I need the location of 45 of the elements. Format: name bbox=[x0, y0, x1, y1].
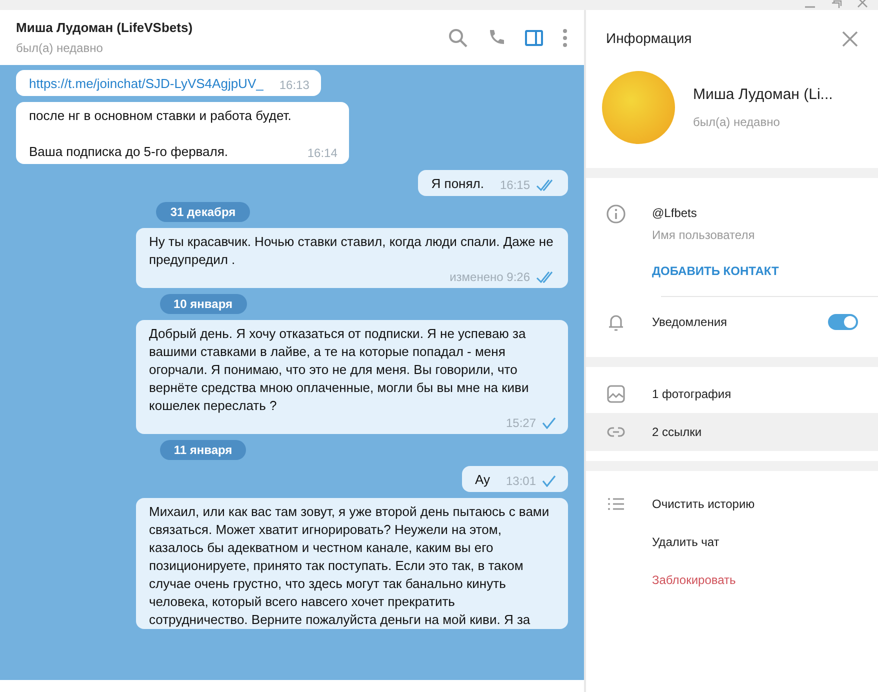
add-contact-link[interactable]: ДОБАВИТЬ КОНТАКТ bbox=[652, 262, 779, 280]
username-label: Имя пользователя bbox=[652, 227, 756, 244]
notifications-label: Уведомления bbox=[652, 314, 728, 331]
message-text: Ау bbox=[474, 471, 490, 489]
message-time: 15:27 bbox=[506, 415, 536, 431]
contact-status: был(а) недавно bbox=[693, 114, 781, 131]
action-item[interactable]: Заблокировать bbox=[586, 561, 878, 599]
row-label: 2 ссылки bbox=[652, 424, 702, 441]
picture-icon bbox=[606, 384, 626, 404]
username: @Lfbets bbox=[652, 205, 698, 222]
message-time: 16:13 bbox=[279, 77, 310, 93]
row-label: 1 фотография bbox=[652, 386, 732, 403]
date-label: 10 января bbox=[160, 294, 246, 314]
row-label: Очистить историю bbox=[652, 496, 755, 513]
message-text: Ну ты красавчик. Ночью ставки ставил, когда люди спали. Даже не предупредил . bbox=[149, 233, 554, 269]
sidebar-toggle-icon[interactable] bbox=[524, 28, 544, 48]
notifications-toggle[interactable] bbox=[828, 314, 858, 330]
action-item[interactable]: Очистить историю bbox=[586, 485, 878, 523]
message-time: 16:14 bbox=[307, 145, 338, 161]
contact-name: Миша Лудоман (Li... bbox=[693, 85, 833, 106]
close-icon[interactable] bbox=[842, 30, 858, 46]
media-item[interactable]: 2 ссылки bbox=[586, 413, 878, 451]
media-item[interactable]: 1 фотография bbox=[586, 375, 878, 413]
more-icon[interactable] bbox=[562, 28, 568, 48]
message-text: после нг в основном ставки и работа будет. Ваша подписка до 5-го ферваля. bbox=[29, 107, 292, 161]
action-item[interactable]: Удалить чат bbox=[586, 523, 878, 561]
message-text: Михаил, или как вас там зовут, я уже второй день пытаюсь с вами связаться. Может хватит игнорировать? Неужели на этом, казалось бы адекватном и честном канале, каким вы его позиционируете, принято так поступать. Если это так, в таком случае очень грустно, что здесь могут так банально кинуть человека, который всего навсего хочет прекратить сотрудничество. Верните пожалуйста деньги на мой киви. Я за bbox=[149, 503, 550, 629]
chat-title: Миша Лудоман (LifeVSbets) bbox=[16, 18, 194, 37]
close-window-icon[interactable] bbox=[856, 0, 868, 8]
info-icon bbox=[606, 204, 626, 224]
bell-icon bbox=[606, 312, 626, 332]
message-time: 16:15 bbox=[500, 177, 530, 193]
message-text: Добрый день. Я хочу отказаться от подписки. Я не успеваю за вашими ставками в лайве, а те на которые попадал - меня огорчали. Я понимаю, что это не для меня. Вы говорили, что вернёте средства мною оплаченные, могли бы вы мне на киви кошелек переслать ? bbox=[149, 325, 530, 415]
date-label: 11 января bbox=[160, 440, 246, 460]
message-time: 13:01 bbox=[506, 473, 536, 489]
row-label: Заблокировать bbox=[652, 572, 736, 589]
message-link[interactable]: https://t.me/joinchat/SJD-LyVS4AgjpUV_ bbox=[29, 75, 264, 93]
message-time: изменено 9:26 bbox=[450, 269, 530, 285]
panel-title: Информация bbox=[606, 29, 692, 48]
row-label: Удалить чат bbox=[652, 534, 720, 551]
chat-status: был(а) недавно bbox=[16, 40, 104, 58]
search-icon[interactable] bbox=[448, 28, 468, 48]
message-text: Я понял. bbox=[431, 175, 484, 193]
restore-icon[interactable] bbox=[830, 0, 842, 8]
date-label: 31 декабря bbox=[156, 202, 250, 222]
